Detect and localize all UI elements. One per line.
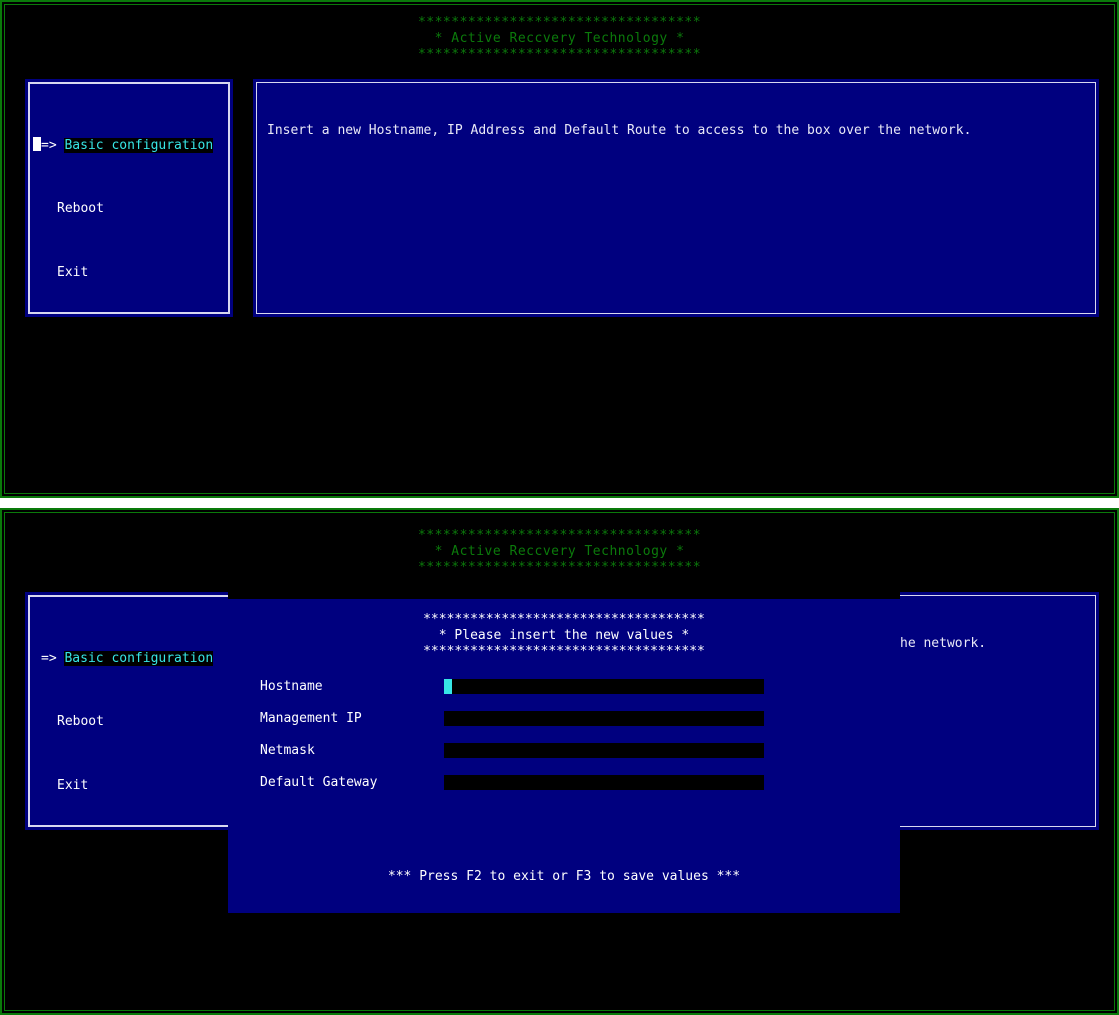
- field-row-hostname: Hostname: [260, 679, 900, 695]
- label-management-ip: Management IP: [260, 711, 362, 726]
- dialog-footer-hint: *** Press F2 to exit or F3 to save value…: [387, 869, 741, 884]
- input-netmask[interactable]: [444, 743, 764, 758]
- menu-item-basic-configuration[interactable]: => Basic configuration: [33, 137, 225, 153]
- field-row-default-gateway: Default Gateway: [260, 775, 900, 791]
- menu-arrow-icon-bottom: =>: [41, 651, 57, 666]
- menu-item-exit[interactable]: Exit: [33, 265, 225, 281]
- menu-item-exit-bottom[interactable]: Exit: [33, 778, 225, 794]
- banner-rule-bottom-2: **********************************: [417, 560, 702, 575]
- field-row-netmask: Netmask: [260, 743, 900, 759]
- info-panel-top-body: Insert a new Hostname, IP Address and De…: [253, 79, 1099, 317]
- menu-list-top: => Basic configuration Reboot Exit: [25, 79, 233, 317]
- menu-cursor-spacer: [33, 650, 41, 664]
- menu-cursor-block: [33, 137, 41, 151]
- field-row-management-ip: Management IP: [260, 711, 900, 727]
- menu-panel-bottom: => Basic configuration Reboot Exit: [25, 592, 233, 830]
- menu-panel-top: => Basic configuration Reboot Exit: [25, 79, 233, 317]
- input-management-ip[interactable]: [444, 711, 764, 726]
- terminal-screen-top-inner-border: ********************************** * Act…: [4, 4, 1115, 494]
- menu-item-label-bottom-1: Reboot: [57, 714, 104, 729]
- terminal-bottom-canvas: ********************************** * Act…: [5, 513, 1114, 1010]
- label-default-gateway: Default Gateway: [260, 775, 378, 790]
- input-hostname[interactable]: [444, 679, 764, 694]
- input-default-gateway[interactable]: [444, 775, 764, 790]
- banner-rule-top-2: **********************************: [417, 47, 702, 62]
- menu-item-reboot-bottom[interactable]: Reboot: [33, 714, 225, 730]
- menu-item-reboot[interactable]: Reboot: [33, 201, 225, 217]
- menu-item-label-1: Reboot: [57, 201, 104, 216]
- dialog-top-notch-artifact: [228, 592, 900, 599]
- menu-item-label-bottom-2: Exit: [57, 778, 89, 793]
- menu-arrow-icon: =>: [41, 138, 57, 153]
- info-panel-text-tail: he network.: [900, 636, 987, 651]
- dialog-title: * Please insert the new values *: [438, 628, 690, 643]
- banner-title-bottom: * Active Reccvery Technology *: [434, 544, 685, 559]
- info-panel-text: Insert a new Hostname, IP Address and De…: [267, 123, 972, 138]
- dialog-rule-1: ************************************: [423, 612, 705, 627]
- info-panel-top: Insert a new Hostname, IP Address and De…: [253, 79, 1099, 317]
- label-netmask: Netmask: [260, 743, 315, 758]
- label-hostname: Hostname: [260, 679, 323, 694]
- basic-configuration-dialog: ************************************ * P…: [228, 599, 900, 913]
- terminal-screen-bottom: ********************************** * Act…: [0, 508, 1119, 1015]
- menu-list-bottom: => Basic configuration Reboot Exit: [25, 592, 233, 830]
- banner-rule-top-1: **********************************: [417, 15, 702, 30]
- menu-item-label-0: Basic configuration: [64, 138, 214, 153]
- banner-rule-bottom-1: **********************************: [417, 528, 702, 543]
- dialog-rule-2: ************************************: [423, 644, 705, 659]
- menu-item-basic-configuration-bottom[interactable]: => Basic configuration: [33, 650, 225, 666]
- terminal-screen-top: ********************************** * Act…: [0, 0, 1119, 498]
- menu-item-label-bottom-0: Basic configuration: [64, 651, 214, 666]
- terminal-top-canvas: ********************************** * Act…: [5, 5, 1114, 493]
- menu-item-label-2: Exit: [57, 265, 89, 280]
- terminal-screen-bottom-inner-border: ********************************** * Act…: [4, 512, 1115, 1011]
- banner-title-top: * Active Reccvery Technology *: [434, 31, 685, 46]
